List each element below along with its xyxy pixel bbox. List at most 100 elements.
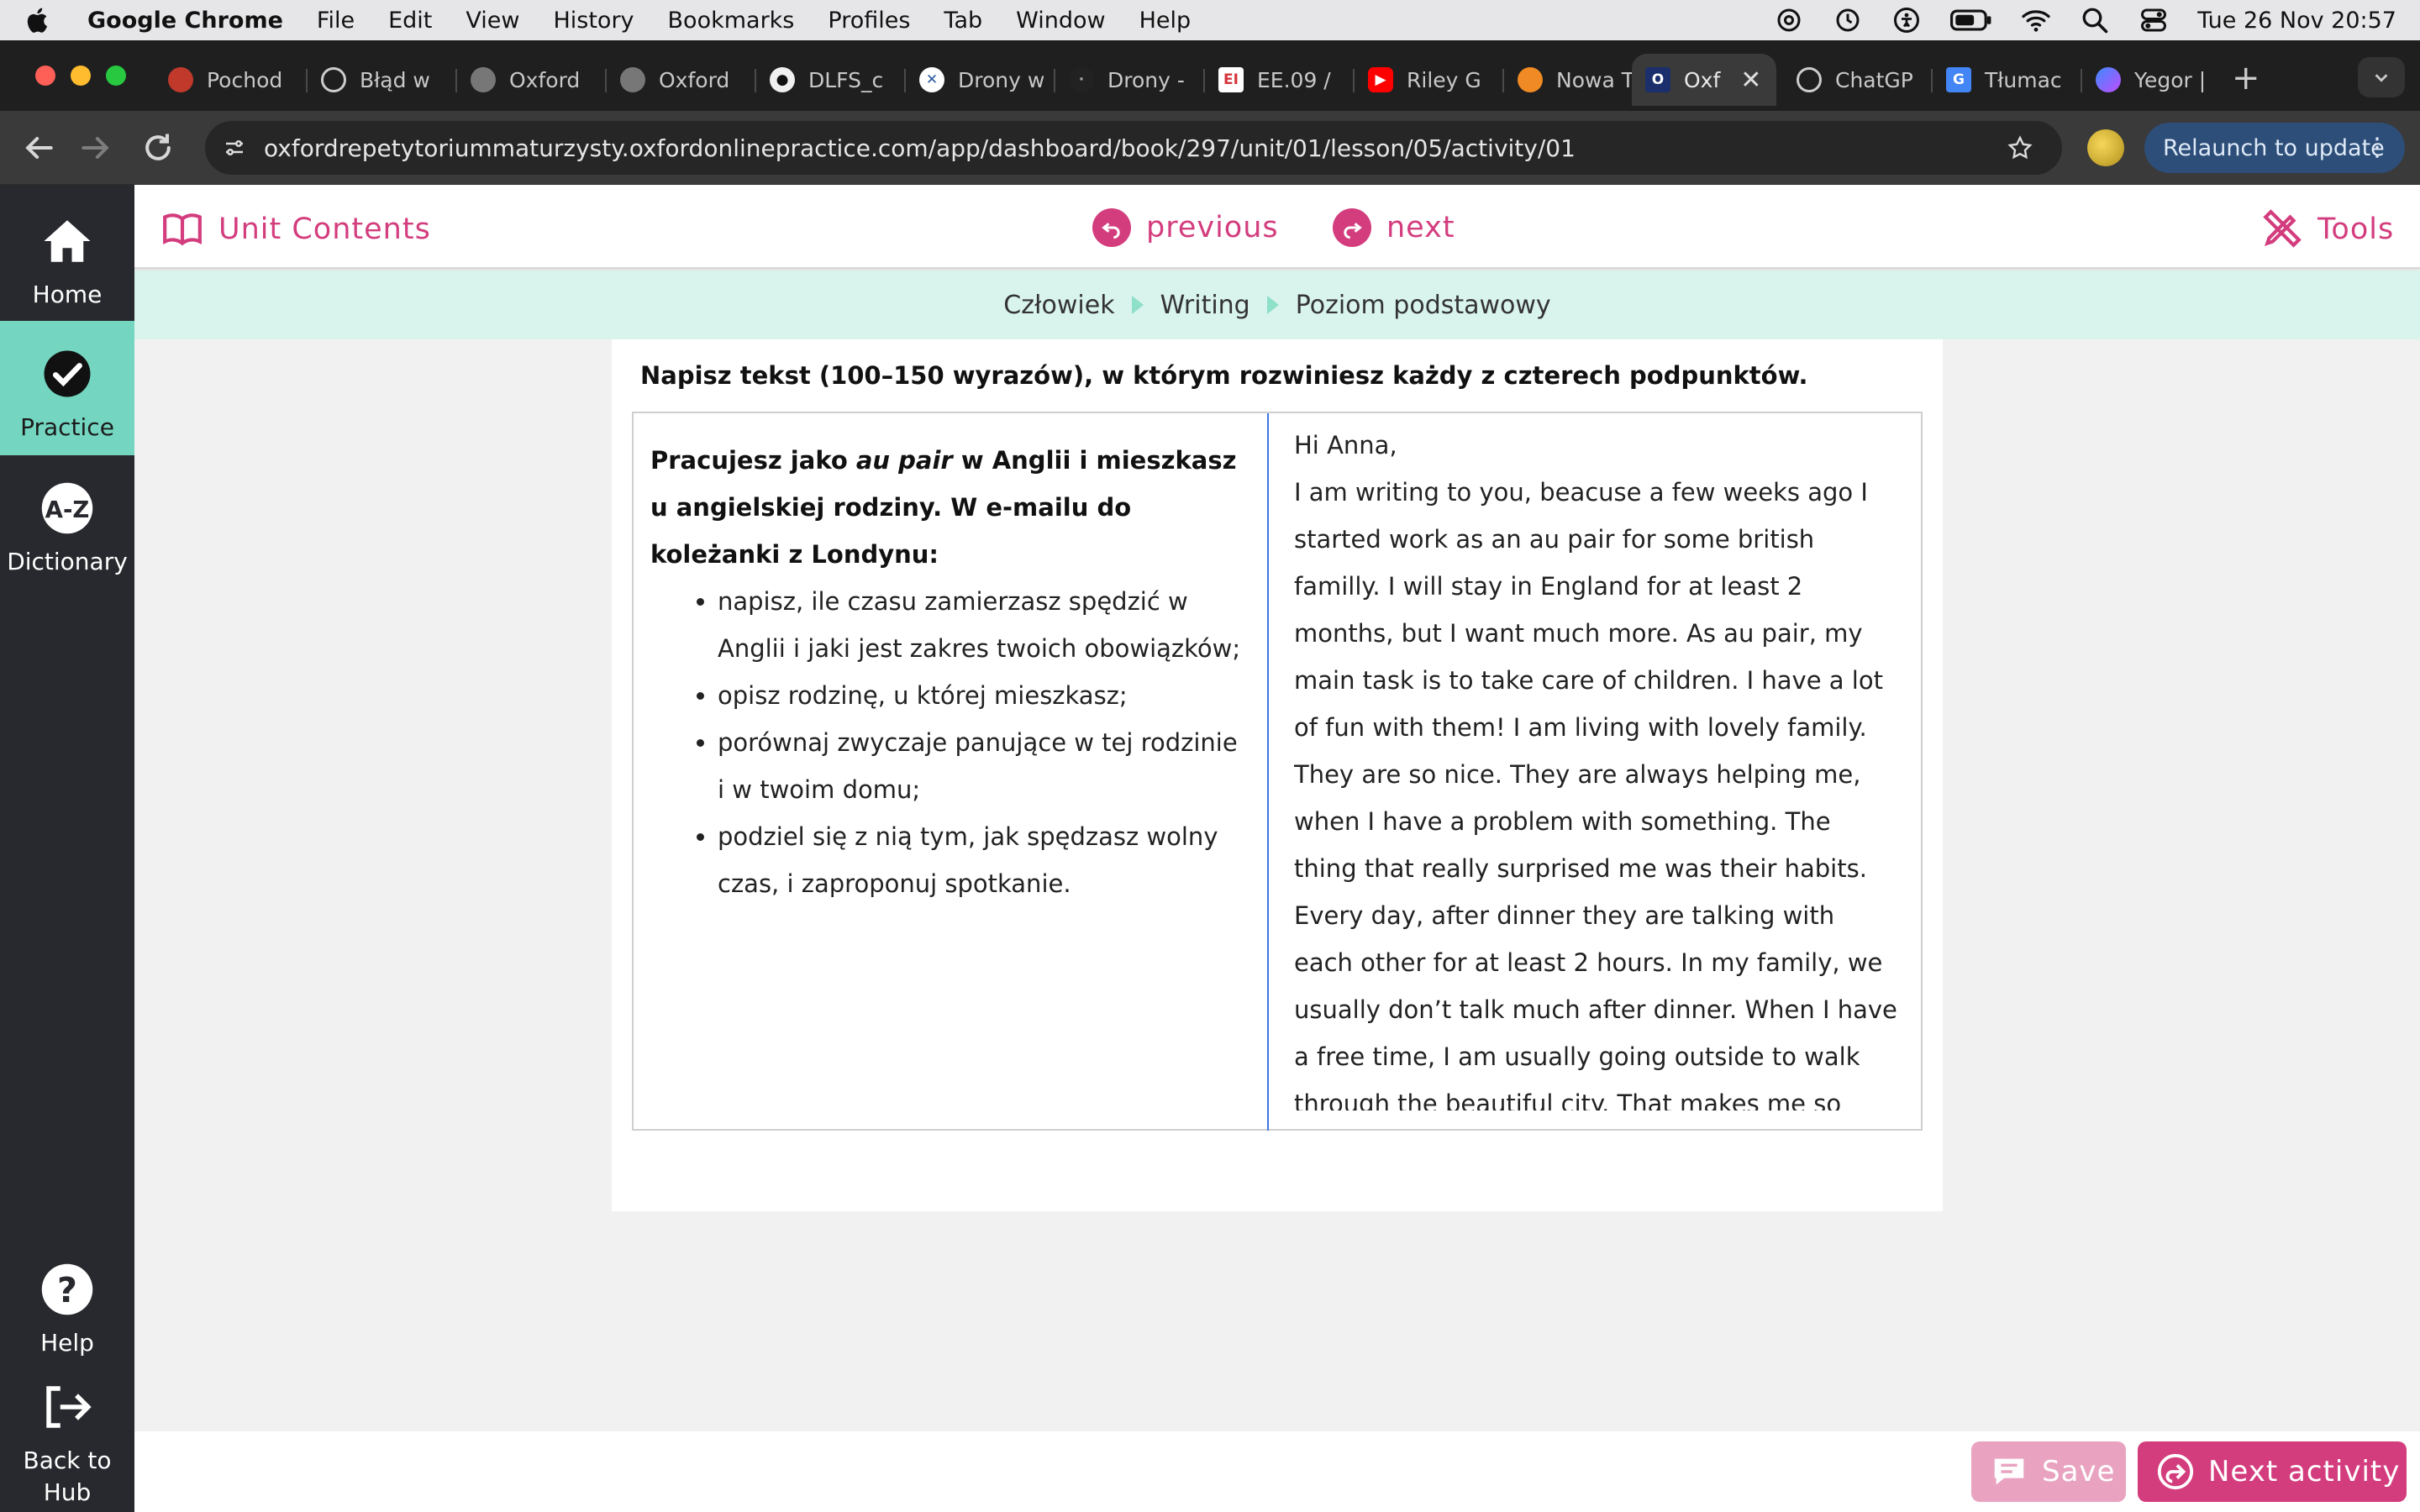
activity-footer: Save Next activity xyxy=(134,1431,2420,1512)
task-table: Pracujesz jako au pair w Anglii i mieszk… xyxy=(632,412,1923,1131)
task-prompt-cell: Pracujesz jako au pair w Anglii i mieszk… xyxy=(634,413,1269,1129)
browser-tab[interactable]: EI EE.09 / xyxy=(1205,54,1355,106)
globe-icon xyxy=(471,67,496,92)
browser-tab[interactable]: G Tłumac xyxy=(1933,54,2082,106)
browser-tab[interactable]: Yegor | xyxy=(2082,54,2222,106)
site-settings-icon[interactable] xyxy=(222,135,247,160)
menu-help[interactable]: Help xyxy=(1139,8,1192,34)
browser-tab-active[interactable]: O Oxf ✕ xyxy=(1632,54,1776,106)
tab-title: ChatGP xyxy=(1835,67,1913,92)
task-bullet: napisz, ile czasu zamierzasz spędzić w A… xyxy=(718,578,1250,672)
relaunch-to-update-button[interactable]: Relaunch to update ⋮ xyxy=(2144,123,2405,173)
breadcrumb-item[interactable]: Człowiek xyxy=(1003,291,1114,320)
sidebar-item-label: Help xyxy=(40,1329,94,1357)
tab-title: EE.09 / xyxy=(1257,67,1331,92)
next-arrow-icon xyxy=(1333,208,1371,247)
sidebar-item-practice[interactable]: Practice xyxy=(0,321,134,455)
app-sidebar: Home Practice A-Z Dictionary ? Help Back… xyxy=(0,185,134,1512)
back-arrow-icon[interactable] xyxy=(20,129,57,166)
control-center-icon[interactable] xyxy=(2139,5,2169,35)
profile-avatar[interactable] xyxy=(2087,129,2124,166)
menu-tab[interactable]: Tab xyxy=(944,8,982,34)
browser-tab[interactable]: Oxford xyxy=(607,54,756,106)
answer-textarea[interactable]: Hi Anna, I am writing to you, beacuse a … xyxy=(1294,422,1899,1110)
check-circle-icon xyxy=(44,350,91,397)
spotlight-search-icon[interactable] xyxy=(2080,5,2110,35)
openai-status-icon[interactable] xyxy=(1774,5,1804,35)
menu-window[interactable]: Window xyxy=(1016,8,1105,34)
answer-cell[interactable]: Hi Anna, I am writing to you, beacuse a … xyxy=(1267,413,1921,1131)
time-machine-icon[interactable] xyxy=(1833,5,1863,35)
browser-tab[interactable]: Pochod xyxy=(155,54,308,106)
messenger-icon xyxy=(2096,67,2121,92)
menu-view[interactable]: View xyxy=(466,8,519,34)
unit-contents-button[interactable]: Unit Contents xyxy=(161,208,431,250)
activity-top-nav: Unit Contents previous next Tools xyxy=(134,185,2420,269)
globe-icon xyxy=(620,67,645,92)
sidebar-item-home[interactable]: Home xyxy=(0,185,134,321)
browser-tab[interactable]: ● DLFS_c xyxy=(756,54,906,106)
menu-profiles[interactable]: Profiles xyxy=(828,8,910,34)
browser-tab[interactable]: Oxford xyxy=(457,54,607,106)
breadcrumb-separator-icon xyxy=(1266,296,1279,314)
save-label: Save xyxy=(2042,1455,2116,1488)
browser-tab-strip: Pochod Błąd w Oxford Oxford ● DLFS_c ✕ Dro… xyxy=(0,40,2420,111)
forward-arrow-icon[interactable] xyxy=(77,129,114,166)
menu-edit[interactable]: Edit xyxy=(388,8,432,34)
clock[interactable]: Tue 26 Nov 20:57 xyxy=(2197,8,2396,34)
address-bar[interactable]: oxfordrepetytoriummaturzysty.oxfordonlin… xyxy=(205,121,2062,175)
next-activity-label: Next activity xyxy=(2208,1455,2401,1488)
task-bullet: podziel się z nią tym, jak spędzasz woln… xyxy=(718,813,1250,907)
tab-title: Drony - xyxy=(1107,67,1185,92)
wifi-icon[interactable] xyxy=(2021,5,2051,35)
browser-tab[interactable]: ▶ Riley G xyxy=(1355,54,1504,106)
menu-history[interactable]: History xyxy=(553,8,634,34)
battery-icon[interactable] xyxy=(1950,5,1992,35)
tab-title: Oxf xyxy=(1684,67,1721,92)
browser-tab[interactable]: Błąd w xyxy=(308,54,457,106)
activity-content: Napisz tekst (100–150 wyrazów), w którym… xyxy=(134,339,2420,1431)
tools-pencil-ruler-icon xyxy=(2263,209,2302,248)
exit-icon xyxy=(46,1386,92,1428)
reload-icon[interactable] xyxy=(139,129,176,166)
new-tab-plus-icon[interactable]: + xyxy=(2232,59,2260,97)
help-icon: ? xyxy=(41,1263,93,1315)
sidebar-item-dictionary[interactable]: A-Z Dictionary xyxy=(0,455,134,590)
tab-search-chevron-icon[interactable] xyxy=(2358,57,2405,97)
relaunch-label: Relaunch to update xyxy=(2163,134,2385,161)
tab-title: Yegor | xyxy=(2134,67,2207,92)
next-activity-button[interactable]: Next activity xyxy=(2138,1441,2407,1502)
more-menu-icon[interactable]: ⋮ xyxy=(2365,133,2390,163)
sidebar-item-back-to-hub[interactable]: Back to Hub xyxy=(0,1371,134,1512)
mac-menu-bar: Google Chrome File Edit View History Boo… xyxy=(0,0,2420,40)
tab-title: DLFS_c xyxy=(808,67,884,92)
menu-file[interactable]: File xyxy=(317,8,355,34)
menu-bookmarks[interactable]: Bookmarks xyxy=(668,8,795,34)
tools-button[interactable]: Tools xyxy=(2260,208,2394,250)
browser-tab[interactable]: ✕ Drony w xyxy=(906,54,1055,106)
accessibility-icon[interactable] xyxy=(1891,5,1922,35)
unit-contents-label: Unit Contents xyxy=(218,213,431,246)
sidebar-item-label: Home xyxy=(32,281,103,308)
minimize-window-button[interactable] xyxy=(71,66,91,86)
tab-favicon-icon xyxy=(168,67,193,92)
sidebar-item-label: Practice xyxy=(20,413,114,441)
breadcrumb-separator-icon xyxy=(1131,296,1144,314)
sidebar-item-help[interactable]: ? Help xyxy=(0,1245,134,1371)
close-window-button[interactable] xyxy=(35,66,55,86)
bookmark-star-icon[interactable] xyxy=(2007,134,2033,161)
tab-title: Oxford xyxy=(659,67,730,92)
app-name[interactable]: Google Chrome xyxy=(87,8,283,34)
breadcrumb-item[interactable]: Writing xyxy=(1160,291,1250,320)
previous-button[interactable]: previous xyxy=(1092,208,1279,247)
tab-title: Riley G xyxy=(1407,67,1481,92)
zoom-window-button[interactable] xyxy=(106,66,126,86)
browser-tab[interactable]: · Drony - xyxy=(1055,54,1205,106)
apple-icon[interactable] xyxy=(24,6,49,34)
url-text[interactable]: oxfordrepetytoriummaturzysty.oxfordonlin… xyxy=(264,134,1576,162)
browser-tab[interactable]: ChatGP xyxy=(1783,54,1933,106)
close-tab-icon[interactable]: ✕ xyxy=(1740,66,1761,95)
save-button[interactable]: Save xyxy=(1971,1441,2126,1502)
next-button[interactable]: next xyxy=(1333,208,1455,247)
oxford-icon: O xyxy=(1645,67,1670,92)
